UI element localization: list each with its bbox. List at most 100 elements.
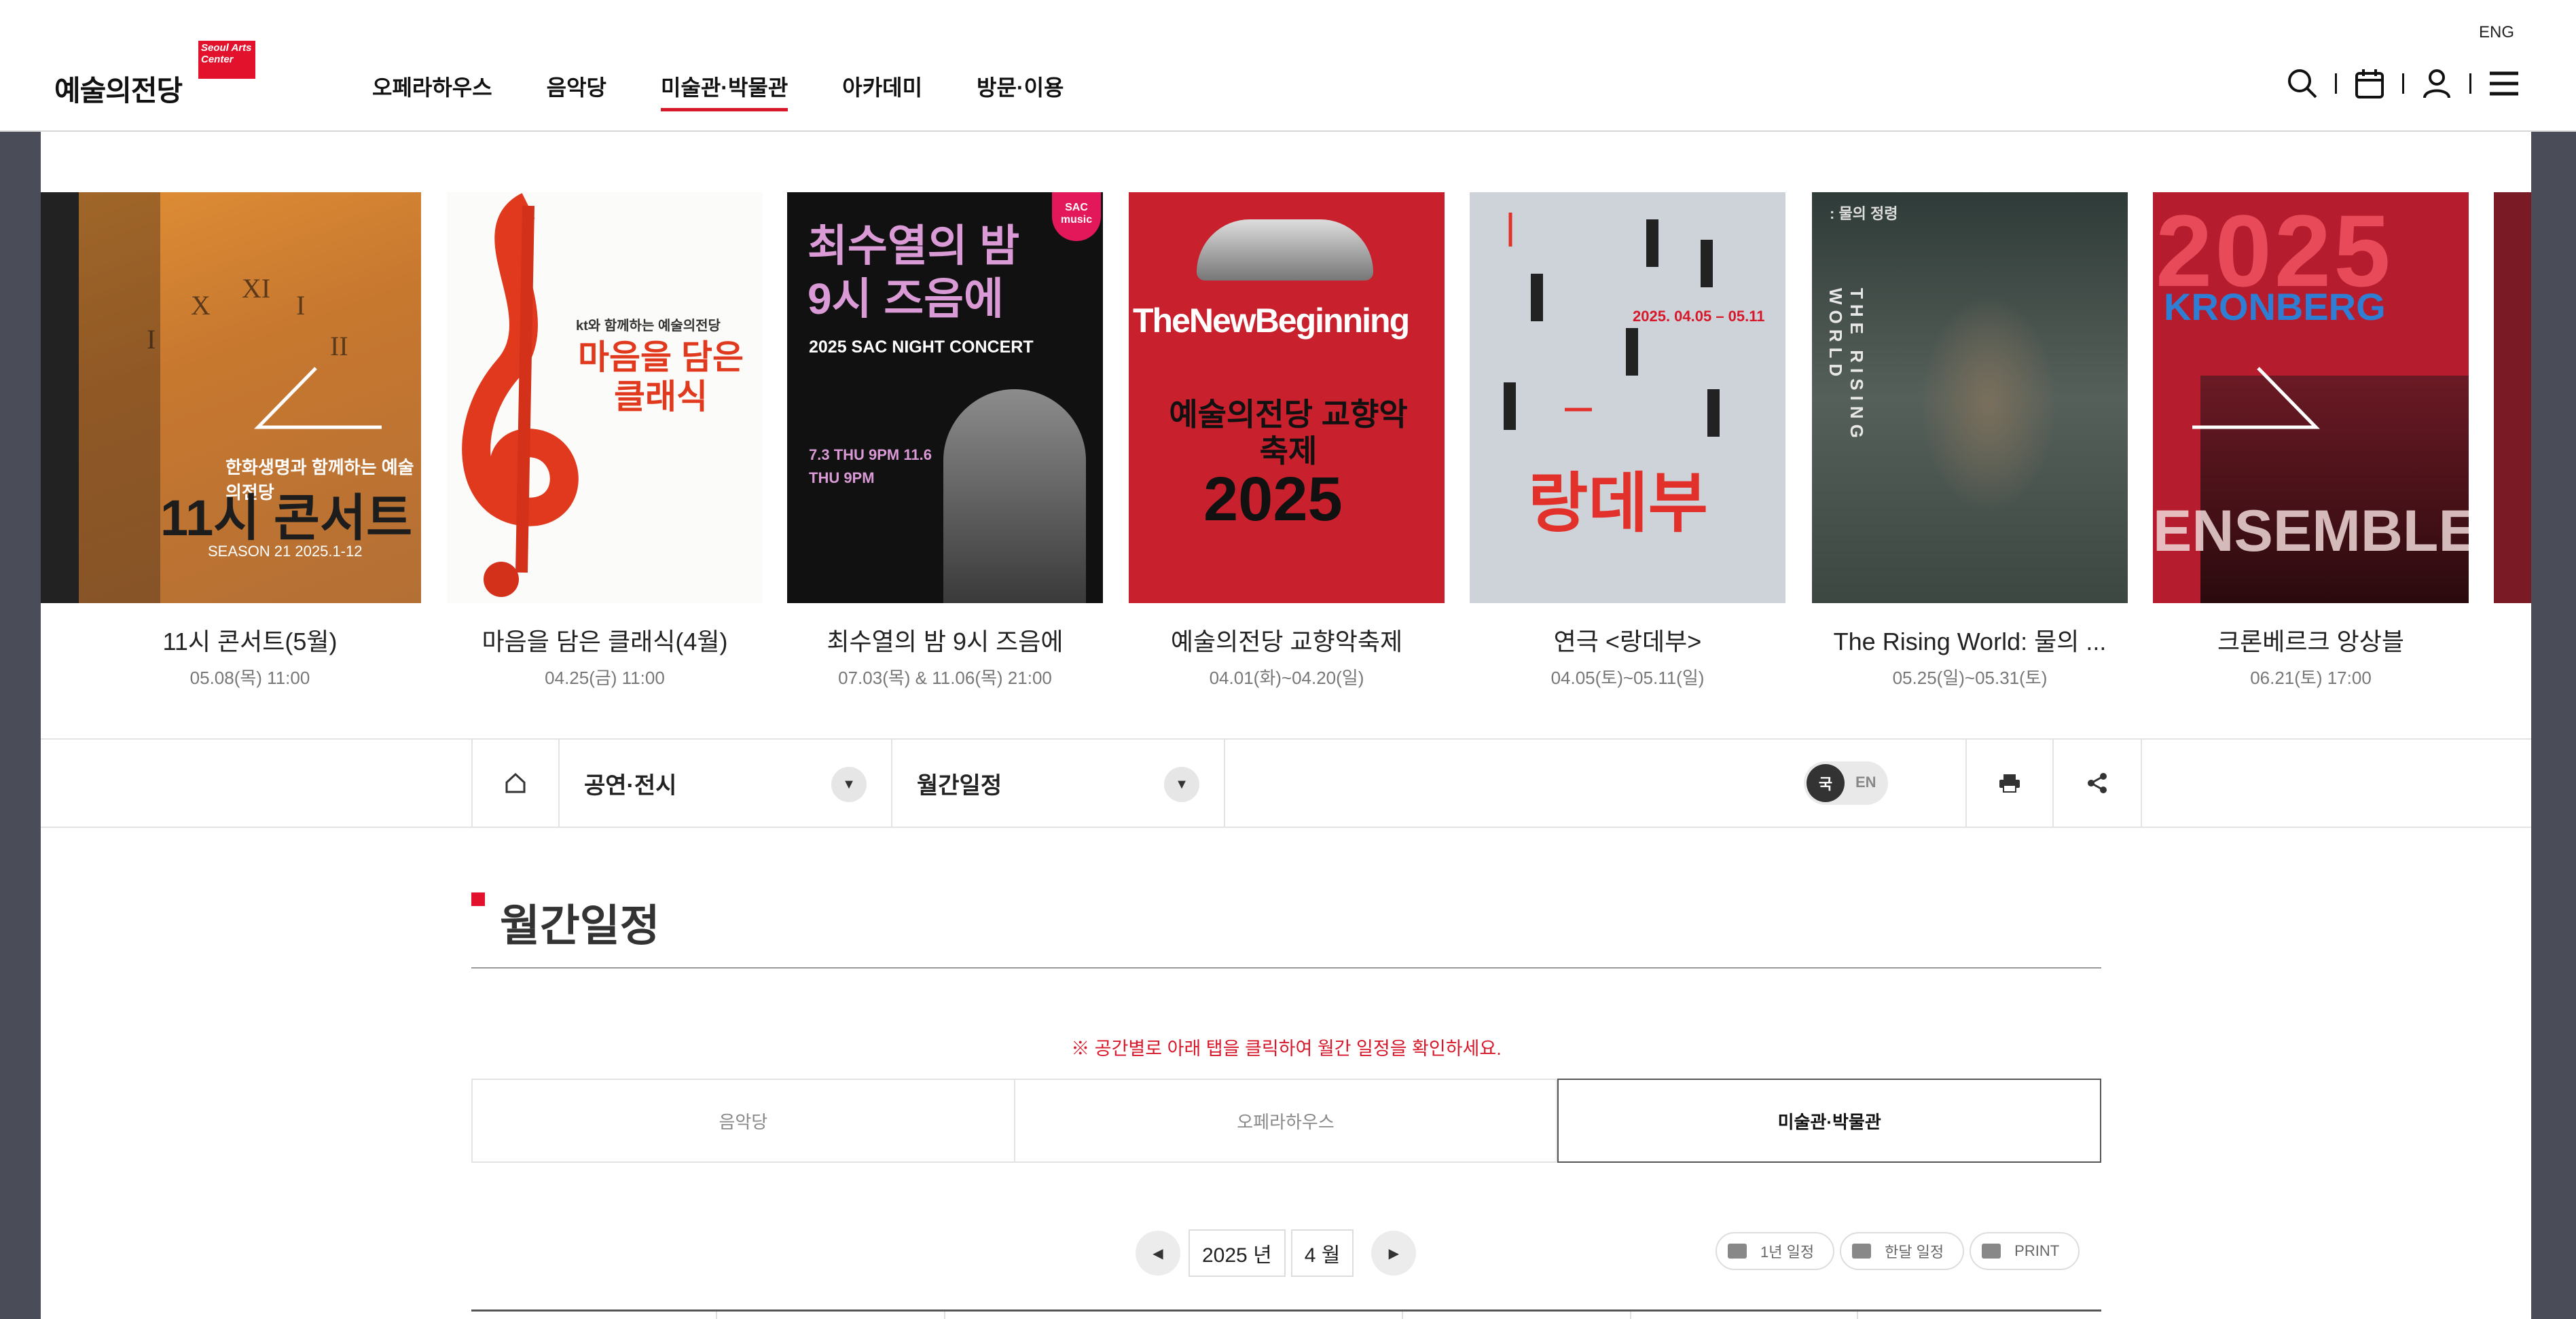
card-date: 06.21(토) 17:00 [2250, 668, 2372, 688]
chevron-down-icon[interactable]: ▼ [831, 767, 867, 802]
poster-headline: 랑데부 [1528, 467, 1708, 540]
language-toggle[interactable]: 국 EN [1804, 761, 1888, 805]
poster-subtitle: KRONBERG [2164, 285, 2386, 328]
card-date: 04.25(금) 11:00 [545, 668, 665, 688]
printer-icon [1999, 774, 2020, 793]
header-icons [2285, 67, 2521, 101]
section-dropdown[interactable]: 공연·전시 ▼ [560, 740, 892, 827]
location-bar: 공연·전시 ▼ 월간일정 ▼ 국 EN [41, 738, 2531, 828]
poster-shadow [79, 192, 160, 603]
poster-badge: SAC music [1052, 192, 1101, 241]
carousel-card[interactable]: 2025 KRONBERG ENSEMBLE 크론베르크 앙상블 06.21(토… [2153, 192, 2469, 689]
printer-icon [1728, 1244, 1747, 1259]
page-title: 월간일정 [500, 901, 660, 950]
print-year-button[interactable]: 1년 일정 [1716, 1232, 1835, 1270]
title-accent-square [471, 892, 485, 906]
carousel-card[interactable]: : 물의 정령 THE RISING WORLD The Rising Worl… [1812, 192, 2128, 689]
tab-opera-house[interactable]: 오페라하우스 [1015, 1079, 1558, 1163]
user-icon[interactable] [2420, 67, 2454, 101]
carousel-card[interactable]: 한화생명과 함께하는 예술의전당 11시 콘서트 SEASON 21 2025.… [79, 192, 421, 689]
svg-text:X: X [191, 290, 211, 321]
print-options: 1년 일정 한달 일정 PRINT [1716, 1232, 2085, 1270]
site-header: 예술의전당 Seoul Arts Center ENG 오페라하우스 음악당 미… [0, 0, 2576, 132]
carousel-card[interactable]: kt와 함께하는 예술의전당 마음을 담은 클래식 마음을 담은 클래식(4월)… [447, 192, 763, 689]
page-dropdown[interactable]: 월간일정 ▼ [892, 740, 1225, 827]
carousel-prev-arrow[interactable] [251, 365, 387, 433]
month-navigator: ◀ 2025 년 4 월 ▶ [1136, 1229, 1417, 1277]
notice-text: ※ 공간별로 아래 탭을 클릭하여 월간 일정을 확인하세요. [1071, 1038, 1502, 1059]
print-month-button[interactable]: 한달 일정 [1840, 1232, 1965, 1270]
walking-figures-graphic [1504, 213, 1720, 437]
poster-note: 2025 [1203, 465, 1343, 534]
year-select[interactable]: 2025 년 [1189, 1229, 1286, 1277]
lang-ko[interactable]: 국 [1807, 764, 1845, 802]
partial-card-left [41, 192, 79, 603]
card-title: 예술의전당 교향악축제 [1170, 628, 1403, 655]
column-divider [1402, 1312, 1403, 1319]
poster-image: 최수열의 밤 9시 즈음에 2025 SAC NIGHT CONCERT 7.3… [787, 192, 1103, 603]
home-button[interactable] [471, 740, 560, 827]
svg-text:II: II [330, 331, 348, 361]
tab-concert-hall[interactable]: 음악당 [471, 1079, 1015, 1163]
card-title: The Rising World: 물의 ... [1833, 628, 2107, 655]
lang-en[interactable]: EN [1855, 774, 1876, 791]
eng-link[interactable]: ENG [2479, 23, 2514, 42]
performance-carousel: 한화생명과 함께하는 예술의전당 11시 콘서트 SEASON 21 2025.… [41, 192, 2531, 708]
prev-month-button[interactable]: ◀ [1136, 1231, 1180, 1276]
divider [471, 967, 2101, 969]
printer-icon [1982, 1244, 2001, 1259]
tab-art-museum[interactable]: 미술관·박물관 [1557, 1079, 2102, 1163]
chevron-down-icon[interactable]: ▼ [1164, 767, 1199, 802]
search-icon[interactable] [2285, 67, 2319, 101]
share-button[interactable] [2054, 740, 2142, 827]
calendar-table-header [471, 1309, 2101, 1319]
venue-tabs: 음악당 오페라하우스 미술관·박물관 [471, 1079, 2102, 1163]
calendar-icon[interactable] [2353, 67, 2387, 101]
poster-note: SEASON 21 2025.1-12 [208, 543, 363, 560]
poster-note: ENSEMBLE [2153, 499, 2469, 564]
card-title: 11시 콘서트(5월) [162, 628, 338, 655]
carousel-next-arrow[interactable] [2190, 365, 2326, 433]
page-dropdown-label: 월간일정 [917, 772, 1002, 799]
svg-text:XI: XI [242, 273, 270, 304]
column-divider [716, 1312, 717, 1319]
card-date: 04.01(화)~04.20(일) [1209, 668, 1364, 688]
logo-badge[interactable]: Seoul Arts Center [198, 41, 255, 79]
nav-concert-hall[interactable]: 음악당 [547, 71, 606, 111]
carousel-card[interactable]: 최수열의 밤 9시 즈음에 2025 SAC NIGHT CONCERT 7.3… [787, 192, 1103, 689]
separator [2335, 73, 2337, 94]
print-year-label: 1년 일정 [1760, 1244, 1815, 1261]
card-date: 04.05(토)~05.11(일) [1550, 668, 1705, 688]
print-month-label: 한달 일정 [1885, 1244, 1944, 1261]
card-date: 05.25(일)~05.31(토) [1892, 668, 2048, 688]
left-gutter [0, 132, 41, 1319]
print-page-label: PRINT [2014, 1242, 2060, 1259]
poster-image: : 물의 정령 THE RISING WORLD [1812, 192, 2128, 603]
month-select[interactable]: 4 월 [1290, 1229, 1354, 1277]
poster-headline: 11시 콘서트 [160, 490, 413, 546]
next-month-button[interactable]: ▶ [1371, 1231, 1417, 1276]
column-divider [1857, 1312, 1858, 1319]
carousel-card[interactable]: TheNewBeginning 예술의전당 교향악축제 2025 예술의전당 교… [1129, 192, 1445, 689]
nav-academy[interactable]: 아카데미 [842, 71, 922, 111]
column-divider [1630, 1312, 1631, 1319]
print-button[interactable] [1965, 740, 2054, 827]
nav-opera-house[interactable]: 오페라하우스 [372, 71, 492, 111]
logo-text[interactable]: 예술의전당 [54, 68, 183, 109]
poster-building [1197, 219, 1373, 281]
poster-subtitle: : 물의 정령 [1830, 205, 1898, 222]
card-title: 크론베르크 앙상블 [2217, 628, 2404, 655]
menu-icon[interactable] [2487, 67, 2521, 101]
poster-image: TheNewBeginning 예술의전당 교향악축제 2025 [1129, 192, 1445, 603]
logo-badge-text: Seoul Arts Center [201, 42, 252, 65]
poster-image: 2025. 04.05 – 05.11 랑데부 [1470, 192, 1785, 603]
card-title: 연극 <랑데부> [1553, 628, 1702, 655]
nav-art-museum[interactable]: 미술관·박물관 [660, 71, 788, 111]
print-page-button[interactable]: PRINT [1970, 1232, 2080, 1270]
carousel-card[interactable]: 2025. 04.05 – 05.11 랑데부 연극 <랑데부> 04.05(토… [1470, 192, 1785, 689]
home-icon [505, 772, 526, 793]
share-icon [2088, 773, 2107, 793]
separator [2469, 73, 2471, 94]
nav-visit[interactable]: 방문·이용 [977, 71, 1064, 111]
main-nav: 오페라하우스 음악당 미술관·박물관 아카데미 방문·이용 [372, 71, 1118, 111]
